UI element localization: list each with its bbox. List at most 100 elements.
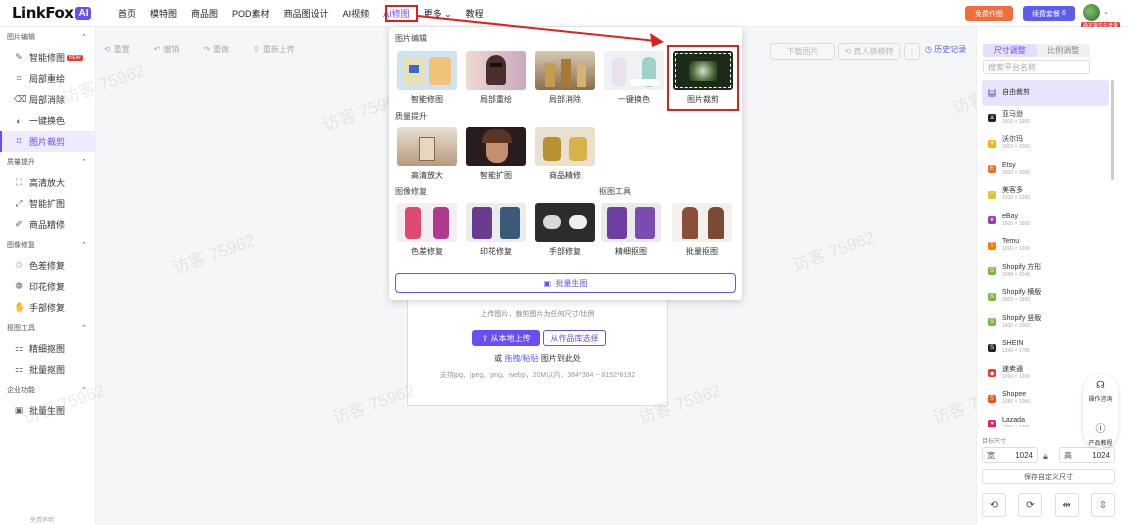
consult-button[interactable]: ☊ 操作咨询	[1083, 380, 1118, 403]
select-library-button[interactable]: 从作品库选择	[543, 330, 606, 346]
dropdown-tool-card[interactable]: 局部消除	[535, 51, 595, 105]
platform-name: Lazada	[1002, 416, 1025, 424]
dropdown-tool-card[interactable]: 一键换色	[604, 51, 664, 105]
batch-generate-button[interactable]: ▣ 批量生图	[395, 273, 736, 293]
nav-pod-material[interactable]: POD素材	[232, 7, 270, 20]
lock-icon[interactable]: 🔒︎	[1043, 451, 1048, 462]
nav-model-image[interactable]: 模特图	[150, 7, 177, 20]
save-custom-size-button[interactable]: 保存自定义尺寸	[982, 469, 1115, 484]
sidebar-item[interactable]: ✐ 商品精修	[0, 214, 95, 235]
watermark: 访客 75962	[170, 230, 258, 279]
flip-horizontal-icon[interactable]: ⇹	[1054, 493, 1079, 517]
platform-item[interactable]: T Temu 1200 × 1200	[982, 233, 1109, 259]
tutorial-button[interactable]: ⓘ 产品教程	[1083, 420, 1118, 447]
dropdown-tool-card[interactable]: 局部重绘	[466, 51, 526, 105]
nav-product-design[interactable]: 商品图设计	[284, 7, 329, 20]
dropdown-tool-card[interactable]: 印花修复	[466, 203, 526, 257]
platform-logo-icon: E	[988, 165, 996, 174]
sidebar-section-quality-boost[interactable]: 质量提升 ⌃	[0, 152, 95, 172]
chevron-down-icon[interactable]: ⌄	[1103, 8, 1109, 16]
dropdown-tool-card[interactable]: 图片裁剪	[667, 45, 739, 111]
platform-item[interactable]: a 亚马逊 1600 × 1600	[982, 106, 1109, 132]
dropdown-tool-card[interactable]: 手部修复	[535, 203, 595, 257]
sidebar-item[interactable]: ✎ 智能修图 NEW	[0, 47, 95, 68]
drag-paste-link[interactable]: 拖拽/粘贴	[504, 354, 538, 363]
tab-ratio-adjust[interactable]: 比例调整	[1037, 44, 1091, 57]
sidebar-item[interactable]: ⛶ 高清放大	[0, 172, 95, 193]
platform-text: 亚马逊 1600 × 1600	[1002, 111, 1030, 126]
tool-card-label: 批量抠图	[686, 247, 718, 256]
more-options-button[interactable]: ⋮	[904, 43, 920, 60]
platform-item[interactable]: S Shopify 横版 2000 × 1800	[982, 284, 1109, 310]
swap-model-button[interactable]: ⟲ 真人换模特	[838, 43, 900, 60]
renew-package-button[interactable]: 续费套餐 6	[1023, 6, 1075, 21]
download-image-button[interactable]: 下载图片	[770, 43, 835, 60]
dropdown-tool-card[interactable]: 批量抠图	[672, 203, 732, 257]
dropdown-tool-card[interactable]: 高清放大	[397, 127, 457, 181]
chevron-up-icon[interactable]: ⌃	[81, 241, 87, 249]
platform-item[interactable]: ✳ 沃尔玛 2000 × 2000	[982, 131, 1109, 157]
tab-size-adjust[interactable]: 尺寸调整	[983, 44, 1037, 57]
rotate-right-icon[interactable]: ⟳	[1018, 493, 1043, 517]
reupload-button[interactable]: ⇪ 重新上传	[253, 44, 295, 55]
platform-item[interactable]: ⧉ 自由裁剪	[982, 80, 1109, 106]
platform-item[interactable]: E Etsy 2000 × 2000	[982, 157, 1109, 183]
platform-item[interactable]: S Shopify 竖版 1600 × 2000	[982, 310, 1109, 336]
avatar[interactable]	[1083, 4, 1100, 21]
history-button[interactable]: ◷ 历史记录	[925, 44, 966, 55]
sidebar-item[interactable]: ◐ 一键换色	[0, 110, 95, 131]
sidebar-item[interactable]: ⤢ 智能扩图	[0, 193, 95, 214]
platform-item[interactable]: e eBay 1600 × 1600	[982, 208, 1109, 234]
chevron-up-icon[interactable]: ⌃	[81, 386, 87, 394]
nav-tutorial[interactable]: 教程	[466, 7, 484, 20]
dropdown-tool-card[interactable]: 精细抠图	[601, 203, 661, 257]
platform-item[interactable]: S Shopify 方形 2048 × 2048	[982, 259, 1109, 285]
upload-dropzone[interactable]: 上传图片，裁剪图片为任何尺寸/比例 ⇪ 从本地上传 从作品库选择 或 拖拽/粘贴…	[407, 298, 668, 406]
chevron-up-icon[interactable]: ⌃	[81, 324, 87, 332]
rotate-left-icon[interactable]: ⟲	[982, 493, 1006, 517]
platform-name: eBay	[1002, 212, 1018, 220]
undo-button[interactable]: ↶ 撤销	[154, 44, 180, 55]
reset-icon: ⟲	[104, 44, 111, 54]
nav-ai-video[interactable]: AI视频	[343, 7, 370, 20]
reset-button[interactable]: ⟲ 重置	[104, 44, 130, 55]
sidebar-item[interactable]: ⌫ 局部消除	[0, 89, 95, 110]
sidebar-item[interactable]: ✋ 手部修复	[0, 297, 95, 318]
platform-item[interactable]: S SHEIN 1340 × 1785	[982, 335, 1109, 361]
disclaimer-link[interactable]: 免责声明	[30, 515, 54, 524]
dropdown-tool-card[interactable]: 商品精修	[535, 127, 595, 181]
dropdown-tool-card[interactable]: 智能修图	[397, 51, 457, 105]
sidebar-item[interactable]: ♲ 色差修复	[0, 255, 95, 276]
sidebar-section-image-edit[interactable]: 图片编辑 ⌃	[0, 27, 95, 47]
chevron-up-icon[interactable]: ⌃	[81, 33, 87, 41]
platform-search-input[interactable]: 搜索平台名称	[983, 60, 1090, 74]
sidebar-section-enterprise[interactable]: 企业功能 ⌃	[0, 380, 95, 400]
upload-local-button[interactable]: ⇪ 从本地上传	[472, 330, 540, 346]
nav-home[interactable]: 首页	[118, 7, 136, 20]
width-field[interactable]: 宽 1024	[982, 447, 1038, 463]
sidebar-section-image-repair[interactable]: 图像修复 ⌃	[0, 235, 95, 255]
nav-more[interactable]: 更多 ⌄	[424, 7, 452, 20]
sidebar-item[interactable]: ▣ 批量生图	[0, 400, 95, 421]
platform-item[interactable]: ◠ 美客多 1200 × 1200	[982, 182, 1109, 208]
dropdown-tool-card[interactable]: 色差修复	[397, 203, 457, 257]
height-field[interactable]: 高 1024	[1059, 447, 1115, 463]
sidebar-item[interactable]: ⚏ 精细抠图	[0, 338, 95, 359]
logo[interactable]: LinkFox AI	[12, 4, 92, 22]
tool-card-label: 局部消除	[549, 95, 581, 104]
free-draw-button[interactable]: 免费作图	[965, 6, 1013, 21]
transform-tools: ⟲ ⟳ ⇹ ⇳	[982, 493, 1115, 517]
sidebar-item[interactable]: ⌗ 局部重绘	[0, 68, 95, 89]
chevron-up-icon[interactable]: ⌃	[81, 158, 87, 166]
platform-list-scrollbar[interactable]	[1111, 80, 1114, 180]
sidebar-item[interactable]: ❁ 印花修复	[0, 276, 95, 297]
sidebar-item[interactable]: ⌑ 图片裁剪	[0, 131, 95, 152]
dropdown-tool-card[interactable]: 智能扩图	[466, 127, 526, 181]
sidebar-section-cutout-tools[interactable]: 抠图工具 ⌃	[0, 318, 95, 338]
flip-vertical-icon[interactable]: ⇳	[1090, 493, 1115, 517]
platform-logo-icon: S	[988, 394, 996, 403]
redo-button[interactable]: ↷ 重做	[203, 44, 229, 55]
sidebar-item[interactable]: ⚏ 批量抠图	[0, 359, 95, 380]
nav-product-image[interactable]: 商品图	[191, 7, 218, 20]
platform-name: 自由裁剪	[1002, 88, 1030, 96]
